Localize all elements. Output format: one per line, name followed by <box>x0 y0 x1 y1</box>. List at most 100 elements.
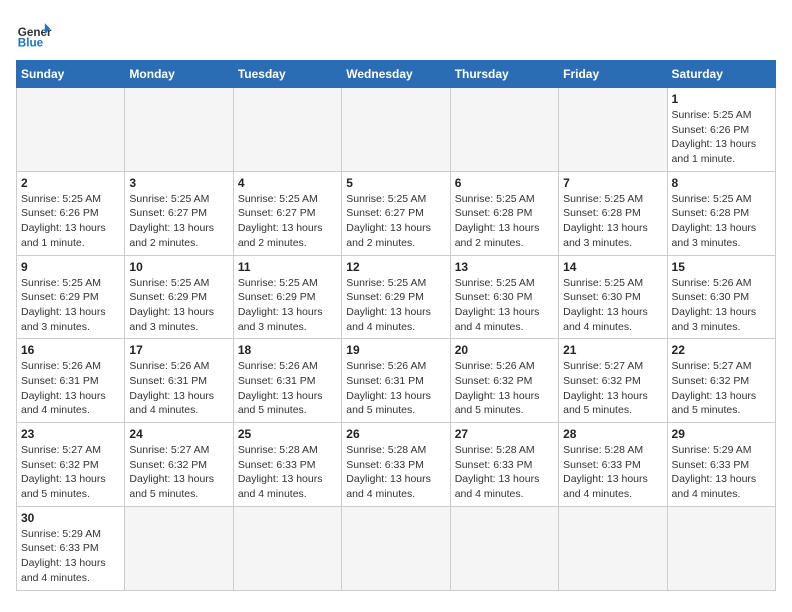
day-info: Sunrise: 5:26 AM Sunset: 6:31 PM Dayligh… <box>129 359 228 418</box>
calendar-day-cell: 27Sunrise: 5:28 AM Sunset: 6:33 PM Dayli… <box>450 423 558 507</box>
day-number: 2 <box>21 176 120 190</box>
calendar-day-cell: 11 Sunrise: 5:25 AM Sunset: 6:29 PM Dayli… <box>233 255 341 339</box>
day-info: Sunrise: 5:28 AM Sunset: 6:33 PM Dayligh… <box>346 443 445 502</box>
calendar-day-cell <box>233 88 341 172</box>
day-number: 8 <box>672 176 771 190</box>
day-number: 27 <box>455 427 554 441</box>
day-info: Sunrise: 5:26 AM Sunset: 6:32 PM Dayligh… <box>455 359 554 418</box>
day-info: Sunrise: 5:25 AM Sunset: 6:30 PM Dayligh… <box>563 276 662 335</box>
day-number: 20 <box>455 343 554 357</box>
calendar-body: 1 Sunrise: 5:25 AM Sunset: 6:26 PM Daylig… <box>17 88 776 591</box>
logo-icon: General Blue <box>16 16 52 52</box>
day-info: Sunrise: 5:25 AM Sunset: 6:27 PM Dayligh… <box>129 192 228 251</box>
weekday-header-cell: Monday <box>125 61 233 88</box>
calendar-week-row: 23Sunrise: 5:27 AM Sunset: 6:32 PM Dayli… <box>17 423 776 507</box>
day-info: Sunrise: 5:26 AM Sunset: 6:31 PM Dayligh… <box>346 359 445 418</box>
calendar-day-cell: 8 Sunrise: 5:25 AM Sunset: 6:28 PM Daylig… <box>667 171 775 255</box>
calendar-day-cell <box>559 88 667 172</box>
day-info: Sunrise: 5:25 AM Sunset: 6:28 PM Dayligh… <box>563 192 662 251</box>
day-number: 18 <box>238 343 337 357</box>
calendar-day-cell <box>125 88 233 172</box>
day-number: 12 <box>346 260 445 274</box>
calendar-day-cell: 4 Sunrise: 5:25 AM Sunset: 6:27 PM Daylig… <box>233 171 341 255</box>
day-info: Sunrise: 5:25 AM Sunset: 6:27 PM Dayligh… <box>346 192 445 251</box>
day-number: 26 <box>346 427 445 441</box>
calendar-day-cell <box>17 88 125 172</box>
calendar-day-cell: 28Sunrise: 5:28 AM Sunset: 6:33 PM Dayli… <box>559 423 667 507</box>
calendar-day-cell: 25 Sunrise: 5:28 AM Sunset: 6:33 PM Dayli… <box>233 423 341 507</box>
day-info: Sunrise: 5:26 AM Sunset: 6:30 PM Dayligh… <box>672 276 771 335</box>
day-number: 1 <box>672 92 771 106</box>
weekday-header-cell: Tuesday <box>233 61 341 88</box>
svg-text:Blue: Blue <box>18 37 44 50</box>
calendar-day-cell: 10 Sunrise: 5:25 AM Sunset: 6:29 PM Dayli… <box>125 255 233 339</box>
day-info: Sunrise: 5:25 AM Sunset: 6:28 PM Dayligh… <box>672 192 771 251</box>
calendar-day-cell: 26 Sunrise: 5:28 AM Sunset: 6:33 PM Dayli… <box>342 423 450 507</box>
calendar-day-cell <box>667 506 775 590</box>
weekday-header-cell: Friday <box>559 61 667 88</box>
calendar-day-cell: 7 Sunrise: 5:25 AM Sunset: 6:28 PM Daylig… <box>559 171 667 255</box>
calendar-week-row: 16 Sunrise: 5:26 AM Sunset: 6:31 PM Dayli… <box>17 339 776 423</box>
calendar-day-cell <box>559 506 667 590</box>
day-number: 24 <box>129 427 228 441</box>
page-header: General Blue <box>16 16 776 52</box>
day-info: Sunrise: 5:25 AM Sunset: 6:29 PM Dayligh… <box>129 276 228 335</box>
day-number: 15 <box>672 260 771 274</box>
weekday-header-cell: Thursday <box>450 61 558 88</box>
calendar-day-cell: 29 Sunrise: 5:29 AM Sunset: 6:33 PM Dayli… <box>667 423 775 507</box>
calendar-day-cell: 15 Sunrise: 5:26 AM Sunset: 6:30 PM Dayli… <box>667 255 775 339</box>
calendar-week-row: 2 Sunrise: 5:25 AM Sunset: 6:26 PM Daylig… <box>17 171 776 255</box>
day-number: 7 <box>563 176 662 190</box>
weekday-header-cell: Sunday <box>17 61 125 88</box>
day-info: Sunrise: 5:26 AM Sunset: 6:31 PM Dayligh… <box>21 359 120 418</box>
calendar-day-cell: 16 Sunrise: 5:26 AM Sunset: 6:31 PM Dayli… <box>17 339 125 423</box>
day-number: 16 <box>21 343 120 357</box>
calendar-day-cell: 6 Sunrise: 5:25 AM Sunset: 6:28 PM Daylig… <box>450 171 558 255</box>
day-info: Sunrise: 5:27 AM Sunset: 6:32 PM Dayligh… <box>672 359 771 418</box>
calendar-day-cell <box>450 88 558 172</box>
calendar-day-cell <box>233 506 341 590</box>
calendar-day-cell: 18 Sunrise: 5:26 AM Sunset: 6:31 PM Dayli… <box>233 339 341 423</box>
calendar-table: SundayMondayTuesdayWednesdayThursdayFrid… <box>16 60 776 591</box>
day-info: Sunrise: 5:29 AM Sunset: 6:33 PM Dayligh… <box>672 443 771 502</box>
day-info: Sunrise: 5:28 AM Sunset: 6:33 PM Dayligh… <box>238 443 337 502</box>
day-info: Sunrise: 5:29 AM Sunset: 6:33 PM Dayligh… <box>21 527 120 586</box>
calendar-day-cell: 2 Sunrise: 5:25 AM Sunset: 6:26 PM Daylig… <box>17 171 125 255</box>
day-number: 6 <box>455 176 554 190</box>
day-number: 9 <box>21 260 120 274</box>
calendar-day-cell: 13Sunrise: 5:25 AM Sunset: 6:30 PM Dayli… <box>450 255 558 339</box>
day-info: Sunrise: 5:25 AM Sunset: 6:28 PM Dayligh… <box>455 192 554 251</box>
day-number: 4 <box>238 176 337 190</box>
calendar-day-cell: 21Sunrise: 5:27 AM Sunset: 6:32 PM Dayli… <box>559 339 667 423</box>
day-info: Sunrise: 5:25 AM Sunset: 6:26 PM Dayligh… <box>21 192 120 251</box>
day-info: Sunrise: 5:25 AM Sunset: 6:27 PM Dayligh… <box>238 192 337 251</box>
day-info: Sunrise: 5:25 AM Sunset: 6:29 PM Dayligh… <box>238 276 337 335</box>
day-number: 23 <box>21 427 120 441</box>
day-number: 11 <box>238 260 337 274</box>
day-info: Sunrise: 5:28 AM Sunset: 6:33 PM Dayligh… <box>563 443 662 502</box>
day-number: 14 <box>563 260 662 274</box>
calendar-day-cell <box>342 88 450 172</box>
calendar-day-cell: 22Sunrise: 5:27 AM Sunset: 6:32 PM Dayli… <box>667 339 775 423</box>
calendar-day-cell: 24Sunrise: 5:27 AM Sunset: 6:32 PM Dayli… <box>125 423 233 507</box>
calendar-week-row: 9 Sunrise: 5:25 AM Sunset: 6:29 PM Daylig… <box>17 255 776 339</box>
weekday-header-row: SundayMondayTuesdayWednesdayThursdayFrid… <box>17 61 776 88</box>
day-number: 10 <box>129 260 228 274</box>
weekday-header-cell: Saturday <box>667 61 775 88</box>
calendar-day-cell <box>342 506 450 590</box>
day-info: Sunrise: 5:26 AM Sunset: 6:31 PM Dayligh… <box>238 359 337 418</box>
day-number: 3 <box>129 176 228 190</box>
calendar-day-cell: 19Sunrise: 5:26 AM Sunset: 6:31 PM Dayli… <box>342 339 450 423</box>
day-number: 5 <box>346 176 445 190</box>
day-info: Sunrise: 5:25 AM Sunset: 6:26 PM Dayligh… <box>672 108 771 167</box>
calendar-day-cell: 20 Sunrise: 5:26 AM Sunset: 6:32 PM Dayli… <box>450 339 558 423</box>
calendar-week-row: 1 Sunrise: 5:25 AM Sunset: 6:26 PM Daylig… <box>17 88 776 172</box>
day-number: 29 <box>672 427 771 441</box>
day-number: 17 <box>129 343 228 357</box>
calendar-day-cell: 1 Sunrise: 5:25 AM Sunset: 6:26 PM Daylig… <box>667 88 775 172</box>
calendar-day-cell <box>450 506 558 590</box>
day-number: 25 <box>238 427 337 441</box>
day-info: Sunrise: 5:25 AM Sunset: 6:29 PM Dayligh… <box>346 276 445 335</box>
calendar-day-cell <box>125 506 233 590</box>
calendar-day-cell: 14 Sunrise: 5:25 AM Sunset: 6:30 PM Dayli… <box>559 255 667 339</box>
